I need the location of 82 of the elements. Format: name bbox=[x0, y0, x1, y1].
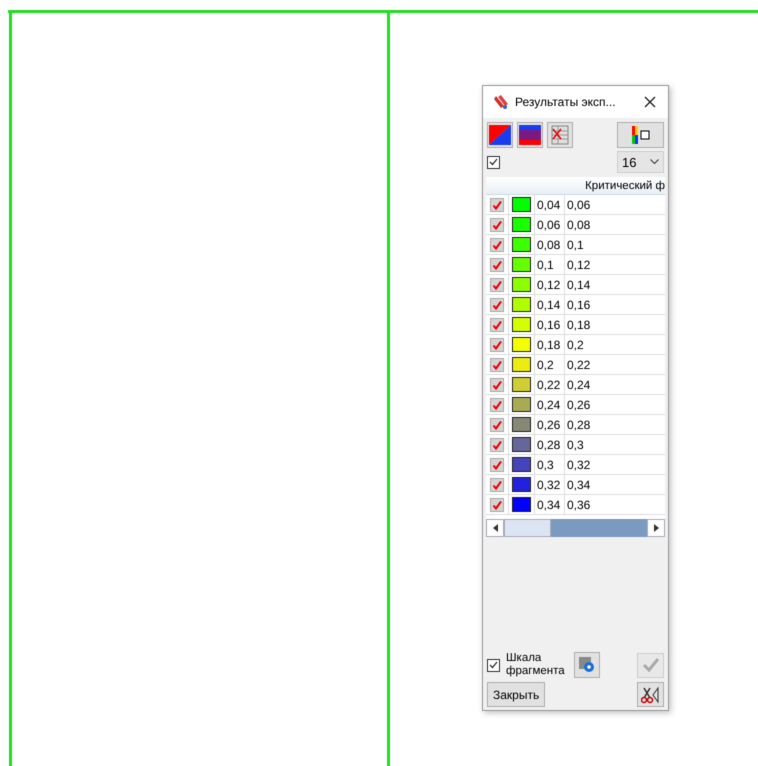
table-cell: 0,22 bbox=[535, 375, 565, 394]
table-cell: 0,2 bbox=[535, 355, 565, 374]
color-swatch[interactable] bbox=[512, 277, 531, 292]
color-swatch[interactable] bbox=[512, 457, 531, 472]
scroll-left-icon[interactable] bbox=[492, 524, 498, 532]
palette-icon[interactable] bbox=[617, 122, 664, 148]
color-swatch[interactable] bbox=[512, 257, 531, 272]
color-swatch[interactable] bbox=[512, 317, 531, 332]
color-swatch[interactable] bbox=[512, 397, 531, 412]
table-cell-text: 0,24 bbox=[566, 376, 592, 394]
table-cell-text: 0,32 bbox=[566, 456, 592, 474]
row-checkbox[interactable] bbox=[490, 458, 504, 472]
color-swatch[interactable] bbox=[512, 497, 531, 512]
row-checkbox[interactable] bbox=[490, 378, 504, 392]
table-cell: 0,12 bbox=[535, 275, 565, 294]
checkbox-label: Шкала фрагмента bbox=[506, 652, 566, 678]
clear-table-icon[interactable] bbox=[547, 122, 573, 148]
color-swatch[interactable] bbox=[512, 337, 531, 352]
table-cell: 0,32 bbox=[535, 475, 565, 494]
table-cell-text: 0,36 bbox=[566, 496, 592, 514]
color-swatch[interactable] bbox=[512, 357, 531, 372]
app-logo-icon bbox=[493, 94, 509, 110]
table-cell-text: 0,12 bbox=[566, 256, 592, 274]
row-checkbox[interactable] bbox=[490, 278, 504, 292]
table-cell: 0,18 bbox=[535, 335, 565, 354]
count-dropdown[interactable]: 16 bbox=[617, 151, 664, 173]
row-checkbox[interactable] bbox=[490, 398, 504, 412]
row-checkbox[interactable] bbox=[490, 438, 504, 452]
color-swatch[interactable] bbox=[512, 237, 531, 252]
row-checkbox[interactable] bbox=[490, 358, 504, 372]
color-swatch[interactable] bbox=[512, 377, 531, 392]
table-cell-text: 0,22 bbox=[566, 356, 592, 374]
close-button[interactable]: Закрыть bbox=[487, 682, 546, 707]
table-cell: 0,04 bbox=[535, 195, 565, 214]
color-swatch[interactable] bbox=[512, 417, 531, 432]
row-checkbox[interactable] bbox=[490, 418, 504, 432]
row-checkbox[interactable] bbox=[490, 298, 504, 312]
column-header[interactable]: Критический ф bbox=[486, 177, 665, 195]
color-swatch[interactable] bbox=[512, 437, 531, 452]
table-cell: 0,28 bbox=[535, 435, 565, 454]
table-cell-text: 0,26 bbox=[566, 396, 592, 414]
table-cell-text: 0,34 bbox=[566, 476, 592, 494]
row-checkbox[interactable] bbox=[490, 478, 504, 492]
table-cell-text: 0,2 bbox=[566, 336, 585, 354]
color-swatch[interactable] bbox=[512, 477, 531, 492]
table-cell-text: 0,1 bbox=[566, 236, 585, 254]
row-checkbox[interactable] bbox=[490, 318, 504, 332]
horizontal-scrollbar[interactable] bbox=[486, 519, 665, 537]
table-cell: 0,06 bbox=[535, 215, 565, 234]
table-cell-text: 0,14 bbox=[566, 276, 592, 294]
chevron-icon bbox=[650, 159, 659, 165]
row-checkbox[interactable] bbox=[490, 238, 504, 252]
check-icon bbox=[642, 657, 660, 673]
scroll-right-icon[interactable] bbox=[654, 524, 658, 532]
row-checkbox[interactable] bbox=[490, 218, 504, 232]
row-checkbox[interactable] bbox=[490, 498, 504, 512]
table-cell: 0,1 bbox=[535, 255, 565, 274]
table-cell-text: 0,16 bbox=[566, 296, 592, 314]
checkbox[interactable] bbox=[487, 156, 500, 168]
diagonal-color-icon[interactable] bbox=[487, 122, 513, 148]
table-cell: 0,16 bbox=[535, 315, 565, 334]
table-cell: 0,08 bbox=[535, 235, 565, 254]
table-cell-text: 0,3 bbox=[566, 436, 585, 454]
table-cell: 0,24 bbox=[535, 395, 565, 414]
table-cell: 0,34 bbox=[535, 495, 565, 514]
color-swatch[interactable] bbox=[512, 297, 531, 312]
table-cell-text: 0,08 bbox=[566, 216, 592, 234]
row-checkbox[interactable] bbox=[490, 338, 504, 352]
table-cell: 0,26 bbox=[535, 415, 565, 434]
checkbox[interactable] bbox=[487, 658, 500, 672]
table-cell: 0,3 bbox=[535, 455, 565, 474]
table-cell-text: 0,06 bbox=[566, 196, 592, 214]
row-checkbox[interactable] bbox=[490, 258, 504, 272]
window-title: Результаты эксп... bbox=[515, 95, 617, 109]
scissors-icon[interactable] bbox=[637, 682, 664, 707]
color-swatch[interactable] bbox=[512, 217, 531, 232]
table-cell-text: 0,28 bbox=[566, 416, 592, 434]
table-cell-text: 0,18 bbox=[566, 316, 592, 334]
striped-color-icon[interactable] bbox=[517, 122, 543, 148]
table-cell: 0,14 bbox=[535, 295, 565, 314]
row-checkbox[interactable] bbox=[490, 198, 504, 212]
color-swatch[interactable] bbox=[512, 197, 531, 212]
